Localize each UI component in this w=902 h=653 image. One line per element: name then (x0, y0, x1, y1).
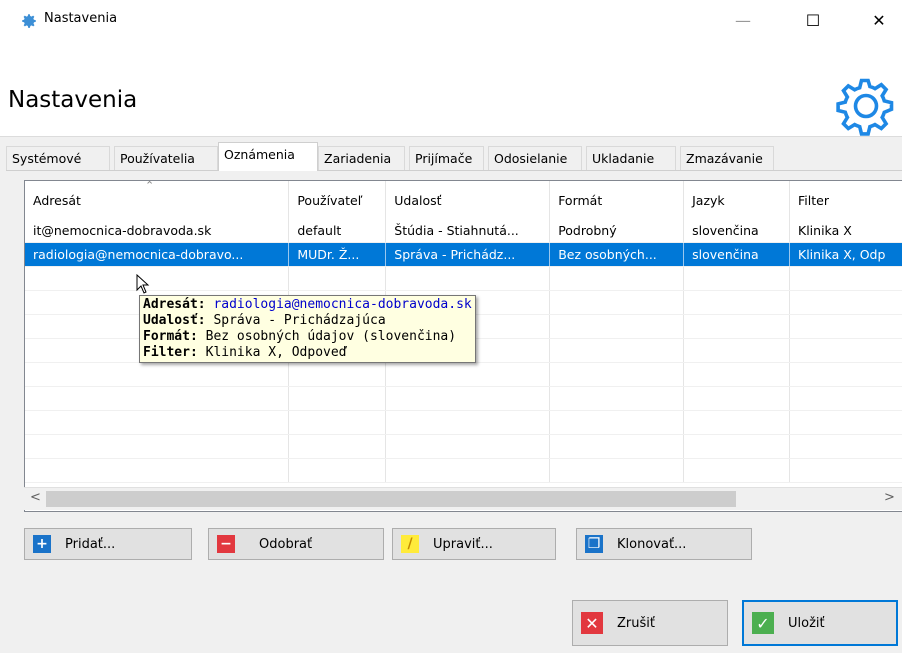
cell-language: slovenčina (683, 219, 791, 243)
table-row-empty (25, 410, 902, 435)
gear-icon (836, 78, 894, 136)
column-header-udalost[interactable]: Udalosť (385, 181, 551, 219)
row-tooltip: Adresát: radiologia@nemocnica-dobravoda.… (139, 295, 476, 363)
table-row-empty (25, 386, 902, 411)
cell-language: slovenčina (683, 242, 791, 267)
title-bar: Nastavenia — ☐ ✕ (0, 0, 902, 40)
cell-filter: Klinika X (789, 219, 902, 243)
tooltip-format-value: Bez osobných údajov (slovenčina) (205, 329, 457, 344)
scrollbar-thumb[interactable] (46, 491, 736, 507)
remove-button[interactable]: − Odobrať (208, 528, 384, 560)
scroll-right-icon[interactable]: > (884, 490, 895, 505)
column-header-adresat[interactable]: ⌃ Adresát (25, 181, 290, 219)
minimize-button[interactable]: — (720, 0, 766, 40)
checkmark-icon: ✓ (752, 612, 774, 634)
cell-recipient: it@nemocnica-dobravoda.sk (25, 219, 290, 243)
table-header: ⌃ Adresát Používateľ Udalosť Formát Jazyk… (25, 181, 902, 219)
cell-format: Podrobný (549, 219, 685, 243)
table-row-empty (25, 458, 902, 483)
tooltip-recipient-value: radiologia@nemocnica-dobravoda.sk (213, 297, 472, 312)
cell-recipient: radiologia@nemocnica-dobravo... (25, 242, 290, 267)
close-icon: ✕ (581, 612, 603, 634)
cell-user: default (288, 219, 387, 243)
save-button[interactable]: ✓ Uložiť (742, 600, 898, 646)
tab-odosielanie[interactable]: Odosielanie (488, 146, 582, 170)
add-button-label: Pridať... (65, 536, 116, 552)
plus-icon: + (33, 535, 51, 553)
pencil-icon: / (401, 535, 419, 553)
tab-zariadenia[interactable]: Zariadenia (318, 146, 405, 170)
column-header-jazyk[interactable]: Jazyk (683, 181, 791, 219)
tab-pouzivatelia[interactable]: Používatelia (114, 146, 218, 170)
close-button[interactable]: ✕ (856, 0, 902, 40)
tooltip-format-label: Formát: (143, 329, 198, 344)
horizontal-scrollbar[interactable]: < > (24, 487, 902, 510)
tab-ukladanie[interactable]: Ukladanie (586, 146, 676, 170)
tooltip-event-label: Udalosť: (143, 313, 206, 328)
table-row-empty (25, 266, 902, 291)
dialog-header: Nastavenia (0, 40, 902, 137)
column-label: Adresát (33, 192, 81, 208)
table-row-empty (25, 434, 902, 459)
column-header-filter[interactable]: Filter (789, 181, 902, 219)
tooltip-filter-value: Klinika X, Odpoveď (205, 345, 347, 360)
minus-icon: − (217, 535, 235, 553)
cell-user: MUDr. Ž... (288, 242, 387, 267)
page-title: Nastavenia (8, 87, 138, 113)
tooltip-recipient-label: Adresát: (143, 297, 206, 312)
clone-button[interactable]: ❐ Klonovať... (576, 528, 752, 560)
cell-format: Bez osobných... (549, 242, 685, 267)
tab-zmazavanie[interactable]: Zmazávanie (680, 146, 774, 170)
cancel-button-label: Zrušiť (617, 615, 655, 631)
tab-systemove[interactable]: Systémové (6, 146, 110, 170)
remove-button-label: Odobrať (259, 536, 313, 552)
maximize-button[interactable]: ☐ (790, 0, 836, 40)
table-row[interactable]: it@nemocnica-dobravoda.sk default Štúdia… (25, 219, 902, 243)
tooltip-filter-label: Filter: (143, 345, 198, 360)
cell-event: Správa - Prichádz... (385, 242, 551, 267)
sort-up-icon: ⌃ (145, 181, 155, 192)
clone-icon: ❐ (585, 535, 603, 553)
window-title: Nastavenia (44, 11, 118, 26)
column-header-pouzivatel[interactable]: Používateľ (288, 181, 387, 219)
add-button[interactable]: + Pridať... (24, 528, 192, 560)
table-row-empty (25, 362, 902, 387)
column-header-format[interactable]: Formát (549, 181, 685, 219)
edit-button[interactable]: / Upraviť... (392, 528, 556, 560)
cancel-button[interactable]: ✕ Zrušiť (572, 600, 728, 646)
tooltip-event-value: Správa - Prichádzajúca (213, 313, 386, 328)
tab-prijimace[interactable]: Prijímače (409, 146, 484, 170)
mouse-cursor-icon (136, 274, 150, 294)
cell-event: Štúdia - Stiahnutá... (385, 219, 551, 243)
clone-button-label: Klonovať... (617, 536, 687, 552)
edit-button-label: Upraviť... (433, 536, 493, 552)
gear-icon (22, 14, 36, 28)
cell-filter: Klinika X, Odp (789, 242, 902, 267)
scroll-left-icon[interactable]: < (30, 490, 41, 505)
table-row-selected[interactable]: radiologia@nemocnica-dobravo... MUDr. Ž.… (25, 242, 902, 267)
tab-oznamenia[interactable]: Oznámenia (218, 142, 318, 171)
save-button-label: Uložiť (788, 615, 825, 631)
